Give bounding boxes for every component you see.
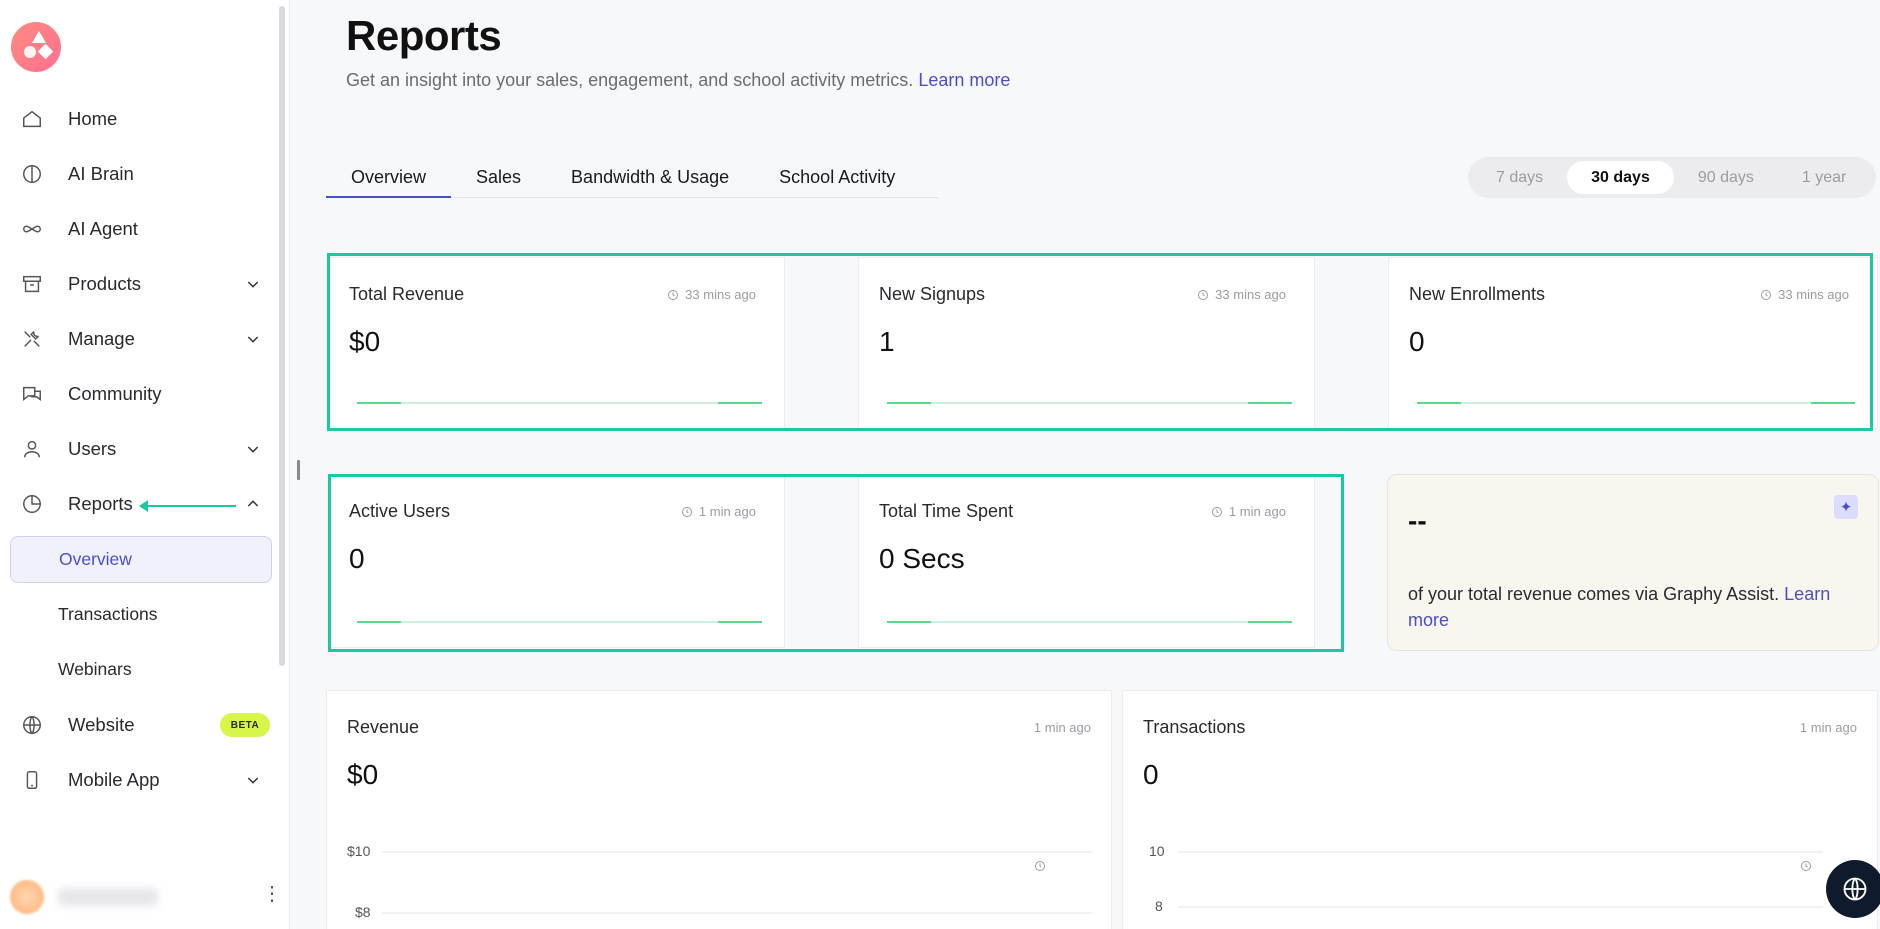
transactions-chart-plot: 10 8 (1149, 843, 1823, 914)
sidebar-sub-label: Overview (59, 549, 132, 569)
sidebar-item-label: AI Agent (68, 218, 138, 239)
sidebar-item-ai-agent[interactable]: AI Agent (0, 208, 280, 250)
range-1-year[interactable]: 1 year (1778, 161, 1870, 194)
date-range-selector: 7 days 30 days 90 days 1 year (1468, 157, 1876, 198)
user-icon (20, 437, 44, 461)
chevron-down-icon[interactable] (243, 770, 263, 790)
chart-timestamp: 1 min ago (1033, 720, 1091, 871)
sidebar-sub-webinars[interactable]: Webinars (10, 646, 272, 693)
sidebar-sub-transactions[interactable]: Transactions (10, 591, 272, 638)
chart-title: Transactions (1143, 717, 1246, 737)
y-tick-label: 10 (1149, 843, 1165, 859)
pie-chart-icon (20, 492, 44, 516)
brain-icon (20, 162, 44, 186)
user-profile[interactable]: ⋮ (10, 872, 282, 920)
chart-timestamp-text: 1 min ago (1799, 720, 1857, 735)
chart-timestamp: 1 min ago (1799, 720, 1857, 871)
tab-school-activity[interactable]: School Activity (754, 160, 920, 198)
assist-value: -- (1408, 505, 1427, 536)
avatar (10, 880, 44, 914)
language-globe-button[interactable] (1826, 860, 1880, 918)
sidebar-item-label: Products (68, 273, 142, 294)
highlight-box (328, 474, 1344, 652)
sidebar-item-label: Reports (68, 493, 133, 514)
sidebar-item-label: Home (68, 108, 118, 129)
infinity-icon (20, 217, 44, 241)
report-tabs: Overview Sales Bandwidth & Usage School … (326, 160, 938, 198)
sidebar-item-home[interactable]: Home (0, 98, 280, 140)
page-subtitle: Get an insight into your sales, engageme… (346, 70, 1010, 91)
sidebar-item-label: Mobile App (68, 769, 160, 790)
sidebar-sub-label: Webinars (58, 659, 132, 679)
tools-icon (20, 327, 44, 351)
learn-more-link[interactable]: Learn more (918, 70, 1010, 90)
assist-text: of your total revenue comes via Graphy A… (1408, 584, 1785, 604)
sidebar-scrollbar[interactable] (279, 6, 285, 666)
sidebar-item-label: Community (68, 383, 162, 404)
page-title: Reports (346, 12, 502, 59)
sidebar-item-label: Users (68, 438, 117, 459)
graphy-assist-card: -- ✦ of your total revenue comes via Gra… (1387, 474, 1879, 651)
annotation-arrow (139, 500, 236, 512)
sidebar-item-manage[interactable]: Manage (0, 318, 280, 360)
page-subtitle-text: Get an insight into your sales, engageme… (346, 70, 914, 90)
sidebar-item-users[interactable]: Users (0, 428, 280, 470)
sidebar-sub-overview[interactable]: Overview (10, 536, 272, 583)
chart-timestamp-text: 1 min ago (1033, 720, 1091, 735)
tab-sales[interactable]: Sales (451, 160, 546, 198)
chevron-down-icon[interactable] (243, 329, 263, 349)
tab-bandwidth-usage[interactable]: Bandwidth & Usage (546, 160, 754, 198)
chevron-down-icon[interactable] (243, 439, 263, 459)
main-content: Reports Get an insight into your sales, … (296, 0, 1880, 929)
user-name-blurred (58, 888, 158, 906)
chart-value: $0 (347, 759, 379, 790)
chart-title: Revenue (347, 717, 420, 737)
sparkle-icon[interactable]: ✦ (1834, 495, 1858, 519)
beta-badge: BETA (220, 713, 270, 737)
archive-icon (20, 272, 44, 296)
sidebar-item-ai-brain[interactable]: AI Brain (0, 153, 280, 195)
chart-card-revenue: Revenue 1 min ago $0 $10 $8 (326, 690, 1112, 929)
sidebar-item-label: Website (68, 714, 135, 735)
more-options-icon[interactable]: ⋮ (262, 884, 282, 904)
range-7-days[interactable]: 7 days (1472, 161, 1567, 194)
chevron-down-icon[interactable] (243, 274, 263, 294)
sidebar-item-website[interactable]: Website BETA (0, 704, 280, 746)
globe-icon (1843, 877, 1867, 901)
school-logo[interactable] (11, 22, 61, 72)
chevron-up-icon[interactable] (243, 494, 263, 514)
sidebar-sub-label: Transactions (58, 604, 158, 624)
home-icon (20, 107, 44, 131)
chart-value: 0 (1143, 759, 1159, 790)
range-90-days[interactable]: 90 days (1674, 161, 1778, 194)
chart-card-transactions: Transactions 1 min ago 0 10 8 (1122, 690, 1878, 929)
sidebar-item-community[interactable]: Community (0, 373, 280, 415)
range-30-days[interactable]: 30 days (1567, 161, 1674, 194)
sidebar-item-products[interactable]: Products (0, 263, 280, 305)
highlight-box (327, 253, 1873, 431)
sidebar-item-label: AI Brain (68, 163, 134, 184)
sidebar-item-mobile-app[interactable]: Mobile App (0, 759, 280, 801)
chat-icon (20, 382, 44, 406)
y-tick-label: $10 (347, 843, 371, 859)
globe-icon (20, 713, 44, 737)
sidebar-item-label: Manage (68, 328, 135, 349)
tab-overview[interactable]: Overview (326, 160, 452, 198)
y-tick-label: $8 (355, 904, 371, 920)
assist-description: of your total revenue comes via Graphy A… (1408, 581, 1858, 633)
mobile-icon (20, 768, 44, 792)
y-tick-label: 8 (1155, 898, 1163, 914)
sidebar: Home AI Brain AI Agent Products Manage C… (0, 0, 290, 929)
revenue-chart-plot: $10 $8 (347, 843, 1092, 920)
